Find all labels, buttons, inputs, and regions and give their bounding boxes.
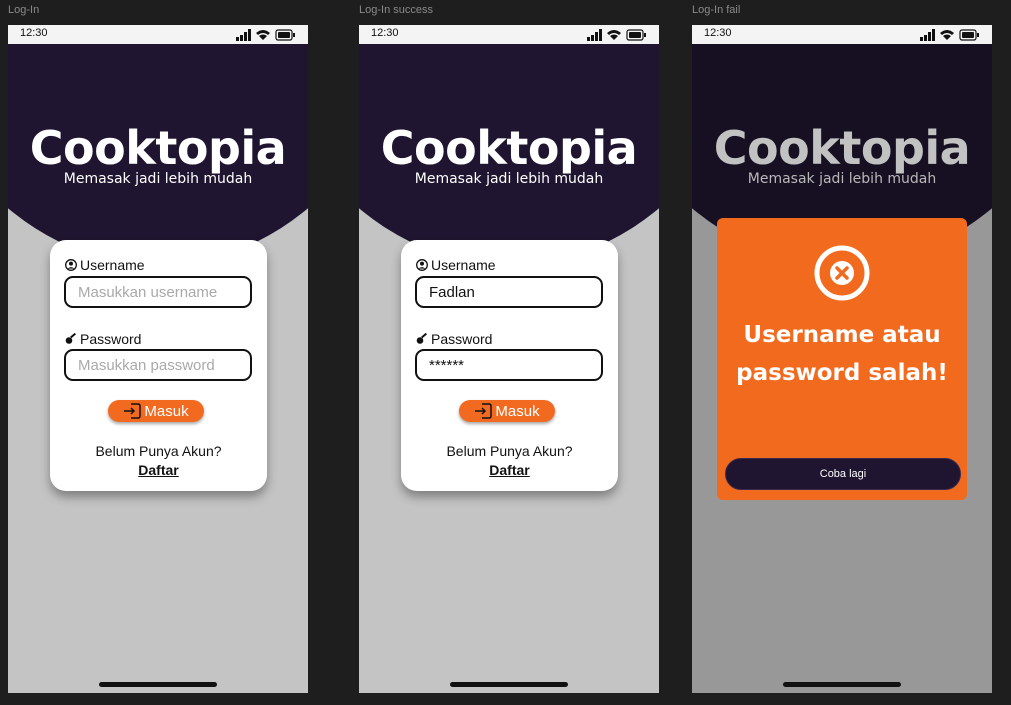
phone-login-success: 12:30 Cooktopia Memasak jadi lebih mudah… — [359, 25, 659, 693]
status-icons — [920, 29, 979, 41]
brand-title: Cooktopia — [29, 121, 287, 175]
error-modal: Username atau password salah! Coba lagi — [717, 218, 967, 500]
login-card: Username Password Masuk Belum Punya Akun… — [401, 240, 618, 491]
status-icons — [236, 29, 295, 41]
password-label-text: Password — [431, 331, 493, 347]
battery-icon — [626, 29, 646, 41]
phone-login-fail: 12:30 Cooktopia Memasak jadi lebih mudah… — [692, 25, 992, 693]
brand-tagline: Memasak jadi lebih mudah — [414, 171, 604, 187]
wifi-icon — [940, 30, 954, 40]
home-indicator — [450, 682, 568, 687]
no-account-text: Belum Punya Akun? — [446, 443, 573, 459]
status-time: 12:30 — [704, 27, 732, 39]
retry-button[interactable]: Coba lagi — [725, 458, 961, 490]
frame-label-login-success: Log-In success — [359, 4, 433, 16]
brand-title: Cooktopia — [713, 121, 971, 175]
signal-icon — [236, 29, 251, 41]
signal-icon — [920, 29, 935, 41]
register-link[interactable]: Daftar — [50, 462, 267, 478]
key-icon — [416, 333, 427, 344]
user-circle-icon — [65, 259, 77, 271]
password-input[interactable] — [415, 349, 603, 381]
status-icons — [587, 29, 646, 41]
register-link[interactable]: Daftar — [401, 462, 618, 478]
battery-icon — [959, 29, 979, 41]
username-label: Username — [416, 257, 496, 273]
login-button-label: Masuk — [495, 402, 540, 420]
status-bar: 12:30 — [692, 25, 992, 44]
brand-title: Cooktopia — [380, 121, 638, 175]
user-circle-icon — [416, 259, 428, 271]
username-input[interactable] — [64, 276, 252, 308]
phone-login: 12:30 Cooktopia Memasak jadi lebih mudah… — [8, 25, 308, 693]
signal-icon — [587, 29, 602, 41]
password-label-text: Password — [80, 331, 142, 347]
frame-label-login: Log-In — [8, 4, 40, 16]
login-button[interactable]: Masuk — [459, 400, 555, 422]
home-indicator — [783, 682, 901, 687]
battery-icon — [275, 29, 295, 41]
login-button-label: Masuk — [144, 402, 189, 420]
username-label-text: Username — [431, 257, 496, 273]
username-label: Username — [65, 257, 145, 273]
key-icon — [65, 333, 76, 344]
username-label-text: Username — [80, 257, 145, 273]
status-time: 12:30 — [20, 27, 48, 39]
password-label: Password — [65, 331, 141, 347]
username-input[interactable] — [415, 276, 603, 308]
brand-tagline: Memasak jadi lebih mudah — [747, 171, 937, 187]
password-input[interactable] — [64, 349, 252, 381]
login-button[interactable]: Masuk — [108, 400, 204, 422]
no-account-text: Belum Punya Akun? — [95, 443, 222, 459]
close-circle-icon — [814, 245, 870, 301]
brand-tagline: Memasak jadi lebih mudah — [63, 171, 253, 187]
frame-label-login-fail: Log-In fail — [692, 4, 741, 16]
login-arrow-icon — [475, 403, 493, 419]
wifi-icon — [607, 30, 621, 40]
login-card: Username Password Masuk Belum Punya Akun… — [50, 240, 267, 491]
home-indicator — [99, 682, 217, 687]
login-arrow-icon — [124, 403, 142, 419]
wifi-icon — [256, 30, 270, 40]
status-time: 12:30 — [371, 27, 399, 39]
error-message: Username atau password salah! — [736, 322, 948, 386]
status-bar: 12:30 — [359, 25, 659, 44]
status-bar: 12:30 — [8, 25, 308, 44]
password-label: Password — [416, 331, 492, 347]
